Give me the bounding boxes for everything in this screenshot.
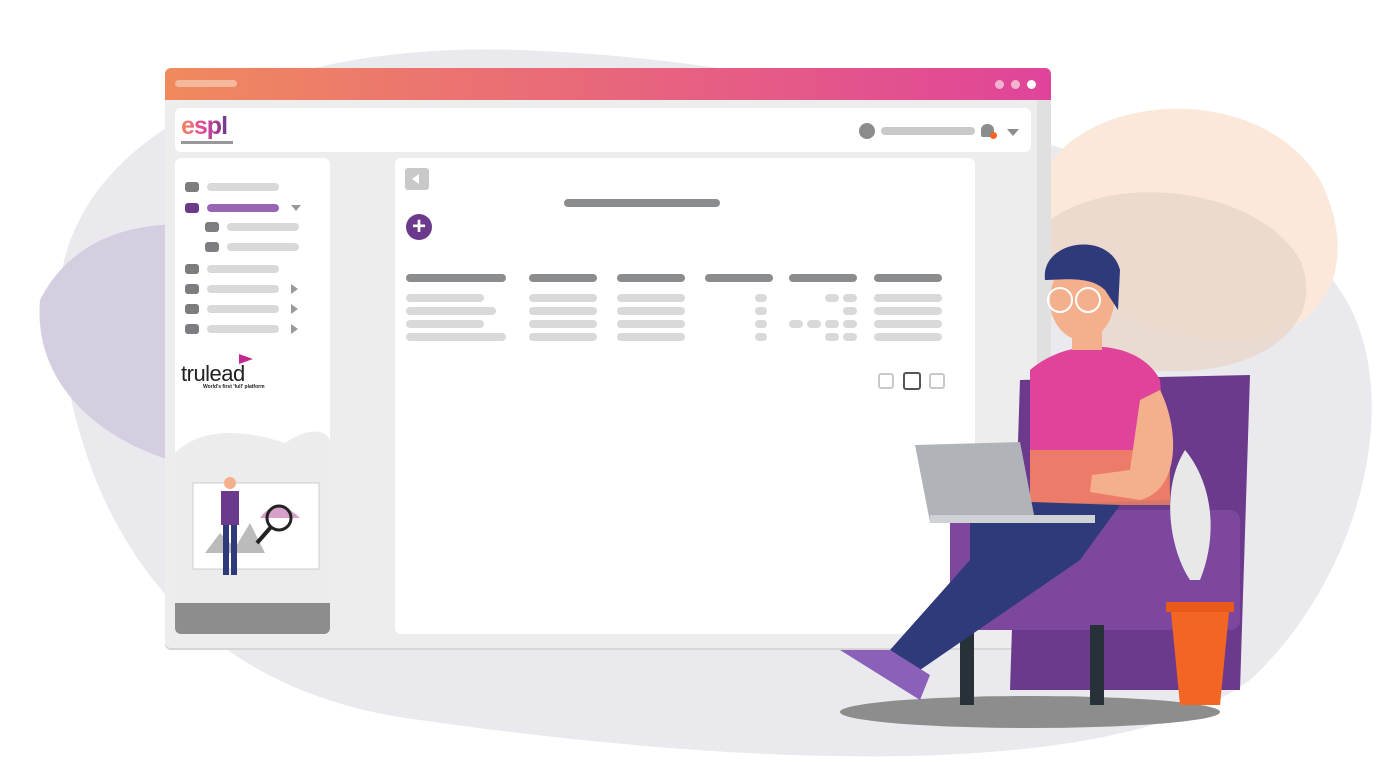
person-with-laptop-illustration — [840, 244, 1250, 705]
analytics-illustration — [175, 431, 330, 634]
menu-icon — [185, 182, 199, 192]
menu-icon — [185, 284, 199, 294]
username-placeholder[interactable] — [881, 127, 975, 135]
column-header[interactable] — [705, 274, 773, 282]
sidebar: trulead World's first 'full' platform — [175, 158, 330, 634]
submenu-item[interactable] — [227, 243, 299, 251]
notification-dot — [990, 132, 997, 139]
trulead-logo[interactable]: trulead World's first 'full' platform — [181, 354, 265, 390]
window-dot-3[interactable] — [1027, 80, 1036, 89]
title-placeholder — [175, 80, 237, 87]
chevron-down-icon[interactable] — [291, 205, 301, 211]
menu-icon — [185, 324, 199, 334]
user-avatar-icon[interactable] — [859, 123, 875, 139]
menu-item[interactable] — [207, 285, 279, 293]
chevron-right-icon[interactable] — [291, 284, 298, 294]
page-title-placeholder — [564, 199, 720, 207]
menu-icon — [185, 304, 199, 314]
menu-icon — [185, 264, 199, 274]
title-bar — [165, 68, 1051, 100]
add-button[interactable]: + — [406, 214, 432, 240]
menu-item[interactable] — [207, 325, 279, 333]
espl-logo[interactable]: espl — [181, 112, 233, 144]
column-header[interactable] — [406, 274, 506, 282]
window-dot-2[interactable] — [1011, 80, 1020, 89]
back-button[interactable] — [405, 168, 429, 190]
window-dot-1[interactable] — [995, 80, 1004, 89]
submenu-icon — [205, 222, 219, 232]
chevron-right-icon[interactable] — [291, 324, 298, 334]
column-header[interactable] — [617, 274, 685, 282]
menu-icon-active — [185, 203, 199, 213]
column-header[interactable] — [529, 274, 597, 282]
menu-item[interactable] — [207, 183, 279, 191]
submenu-icon — [205, 242, 219, 252]
chevron-down-icon[interactable] — [1007, 129, 1019, 136]
app-header: espl — [175, 108, 1031, 152]
chevron-right-icon[interactable] — [291, 304, 298, 314]
menu-item[interactable] — [207, 305, 279, 313]
menu-item-active[interactable] — [207, 204, 279, 212]
submenu-item[interactable] — [227, 223, 299, 231]
menu-item[interactable] — [207, 265, 279, 273]
